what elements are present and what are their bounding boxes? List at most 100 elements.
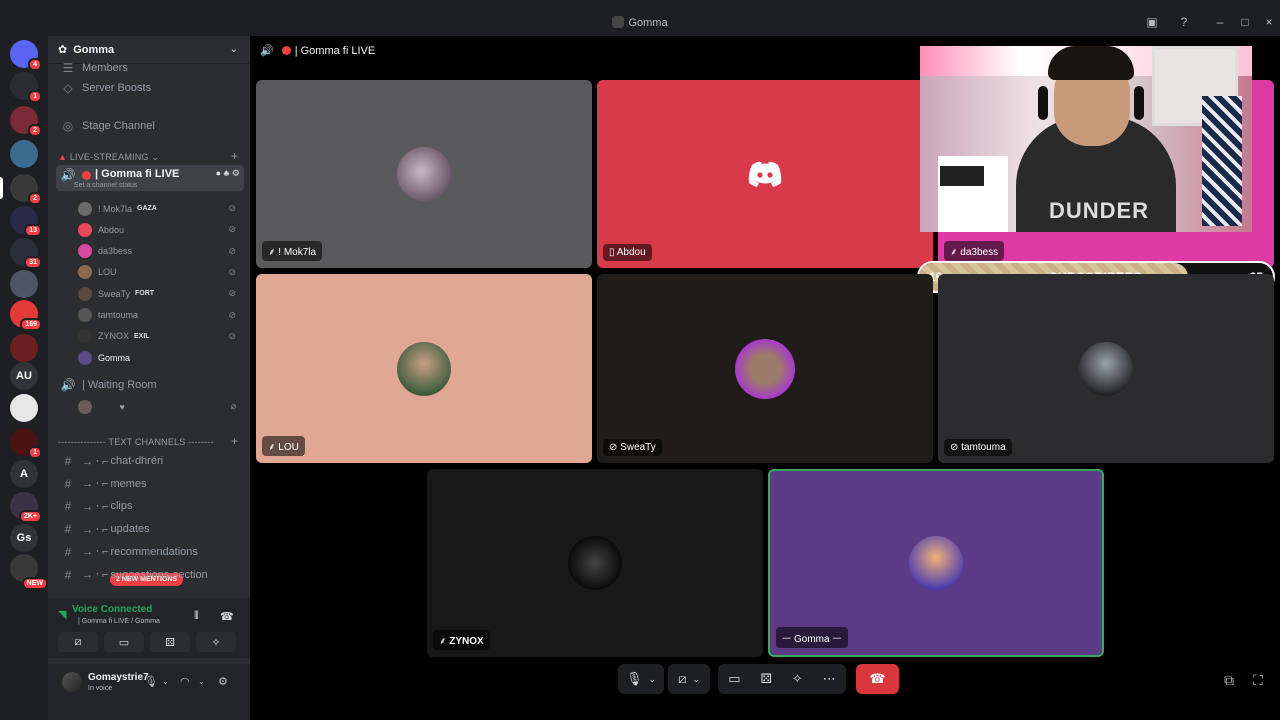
- headset: [1134, 86, 1144, 120]
- server-icon[interactable]: 2: [10, 106, 42, 137]
- server-header[interactable]: ✿ Gomma ⌄: [48, 36, 250, 64]
- server-label: AU: [16, 370, 32, 382]
- camera-off-button[interactable]: ⧄: [58, 632, 98, 652]
- server-icon[interactable]: 13: [10, 206, 42, 237]
- mention-badge: 1: [28, 446, 42, 459]
- channel-emoji-icon: → ⸱ ⌐: [82, 546, 109, 559]
- server-icon[interactable]: [10, 140, 38, 168]
- microphone-icon[interactable]: 🎙: [144, 675, 158, 688]
- activity-icon[interactable]: ⚄: [761, 671, 772, 687]
- avatar[interactable]: [62, 672, 82, 692]
- video-tile[interactable]: ⊘ SweaTy: [597, 274, 933, 463]
- channel-waiting-room[interactable]: 🔊 | Waiting Room: [56, 375, 244, 395]
- fullscreen-icon[interactable]: ⛶: [1253, 672, 1263, 689]
- user-name[interactable]: Gomaystrie7: [88, 672, 149, 683]
- muted-icon: ⊘: [228, 224, 236, 235]
- channel-server-boosts[interactable]: ◇ Server Boosts: [56, 78, 244, 98]
- server-icon[interactable]: A: [10, 460, 38, 488]
- voice-connected-panel: ◥ Voice Connected | Gomma fi LIVE / Gomm…: [48, 598, 250, 658]
- disconnect-icon[interactable]: ☎: [220, 610, 234, 623]
- server-icon[interactable]: 2K+: [10, 492, 42, 523]
- server-icon[interactable]: 169: [10, 300, 42, 331]
- noise-suppression-icon[interactable]: ⦀: [194, 610, 199, 623]
- activity-controls: ▭ ⚄ ✧ ⋯: [718, 664, 846, 694]
- screen-share-icon[interactable]: ▭: [728, 671, 740, 687]
- voice-channel-path[interactable]: | Gomma fi LIVE / Gomma: [78, 618, 160, 625]
- voice-user[interactable]: Gomma: [78, 348, 244, 367]
- channel-label: memes: [110, 477, 147, 490]
- video-tile[interactable]: ⸙ ! Mok7la: [256, 80, 592, 268]
- tile-name: ⸙ ZYNOX: [433, 630, 490, 650]
- user-name: tamtouma: [98, 310, 139, 320]
- maximize-button[interactable]: □: [1237, 14, 1253, 30]
- video-tile[interactable]: ⸙ LOU: [256, 274, 592, 463]
- server-icon[interactable]: 31: [10, 238, 42, 269]
- server-icon[interactable]: [10, 334, 38, 362]
- server-icon[interactable]: 4: [10, 40, 42, 71]
- soundboard-button[interactable]: ✧: [196, 632, 236, 652]
- voice-user[interactable]: Abdou ⊘: [78, 220, 244, 239]
- video-tile[interactable]: ⊘ tamtouma: [938, 274, 1274, 463]
- deafened-icon: ⌀: [230, 401, 236, 411]
- channel-stage[interactable]: ◎ Stage Channel: [56, 116, 244, 136]
- text-channel[interactable]: # → ⸱ ⌐ memes: [56, 474, 244, 494]
- more-icon[interactable]: ⋯: [823, 671, 836, 687]
- inbox-icon[interactable]: ▣: [1144, 14, 1160, 30]
- camera-button[interactable]: ⧄ ⌄: [668, 664, 710, 694]
- category-live-streaming[interactable]: ▲ LIVE-STREAMING ⌄: [58, 152, 159, 163]
- tile-name: ⸙ LOU: [262, 436, 305, 456]
- activity-button[interactable]: ⚄: [150, 632, 190, 652]
- headphones-icon[interactable]: ◠: [180, 675, 190, 688]
- add-channel-icon[interactable]: +: [231, 434, 238, 448]
- minimize-button[interactable]: –: [1212, 14, 1228, 30]
- channel-actions[interactable]: ● ♣ ⚙: [216, 168, 240, 179]
- chevron-down-icon[interactable]: ⌄: [198, 677, 205, 686]
- text-channel[interactable]: # → ⸱ ⌐ updates: [56, 519, 244, 539]
- close-button[interactable]: ×: [1261, 14, 1277, 30]
- category-text-channels[interactable]: --------------- Text Channels --------: [58, 437, 214, 447]
- server-icon[interactable]: NEW: [10, 554, 48, 590]
- text-channel[interactable]: # → ⸱ ⌐ recommendations: [56, 542, 244, 562]
- chevron-down-icon[interactable]: ⌄: [162, 677, 169, 686]
- chevron-down-icon[interactable]: ⌄: [648, 674, 656, 685]
- voice-user[interactable]: SweaTy FORT ⊘: [78, 284, 244, 303]
- microphone-button[interactable]: 🎙 ⌄: [618, 664, 664, 694]
- server-icon[interactable]: 1: [10, 428, 42, 459]
- server-icon[interactable]: 1: [10, 72, 42, 103]
- text-channel[interactable]: # → ⸱ ⌐ chat-dhréri: [56, 451, 244, 471]
- stage-header: 🔊 | Gomma fi LIVE: [260, 44, 375, 58]
- video-tile[interactable]: ⸙ ZYNOX: [427, 469, 763, 657]
- channel-status[interactable]: Set a channel status: [74, 182, 137, 189]
- avatar: [78, 286, 92, 301]
- channel-members[interactable]: ☰ Members: [56, 62, 244, 74]
- video-tile[interactable]: ▯ Abdou: [597, 80, 933, 268]
- help-icon[interactable]: ?: [1176, 14, 1192, 30]
- add-channel-icon[interactable]: +: [231, 149, 238, 163]
- soundboard-icon[interactable]: ✧: [792, 671, 803, 687]
- voice-user[interactable]: ! Mok7la GAZA ⊘: [78, 199, 244, 218]
- settings-icon[interactable]: ⚙: [218, 675, 228, 688]
- avatar: [78, 329, 92, 344]
- server-icon[interactable]: [10, 270, 38, 298]
- video-tile-speaking[interactable]: ᅳ Gomma ᅳ: [768, 469, 1104, 657]
- popout-icon[interactable]: ⧉: [1224, 672, 1234, 689]
- voice-user[interactable]: da3bess ⊘: [78, 242, 244, 261]
- text-channel[interactable]: # → ⸱ ⌐ clips: [56, 496, 244, 516]
- screen-share-button[interactable]: ▭: [104, 632, 144, 652]
- voice-user[interactable]: LOU ⊘: [78, 263, 244, 282]
- avatar: [397, 147, 451, 201]
- voice-user[interactable]: ZYNOX EXIL ⊘: [78, 327, 244, 346]
- disconnect-button[interactable]: ☎: [856, 664, 899, 694]
- server-icon[interactable]: 2: [10, 174, 42, 205]
- signal-icon[interactable]: ◥: [58, 608, 66, 621]
- chevron-down-icon[interactable]: ⌄: [230, 44, 238, 55]
- voice-user[interactable]: tamtouma ⊘: [78, 306, 244, 325]
- server-icon[interactable]: AU: [10, 362, 38, 390]
- channel-gomma-fi-live[interactable]: 🔊 | Gomma fi LIVE Set a channel status ●…: [56, 165, 244, 191]
- server-icon[interactable]: Gs: [10, 524, 38, 552]
- mention-badge: 31: [24, 256, 42, 269]
- chevron-down-icon[interactable]: ⌄: [692, 674, 700, 685]
- text-channel[interactable]: # → ⸱ ⌐ suggestions-section: [56, 565, 244, 585]
- server-icon[interactable]: [10, 394, 38, 422]
- voice-user[interactable]: ᅠ ᅠ ♥ ⌀: [78, 397, 244, 416]
